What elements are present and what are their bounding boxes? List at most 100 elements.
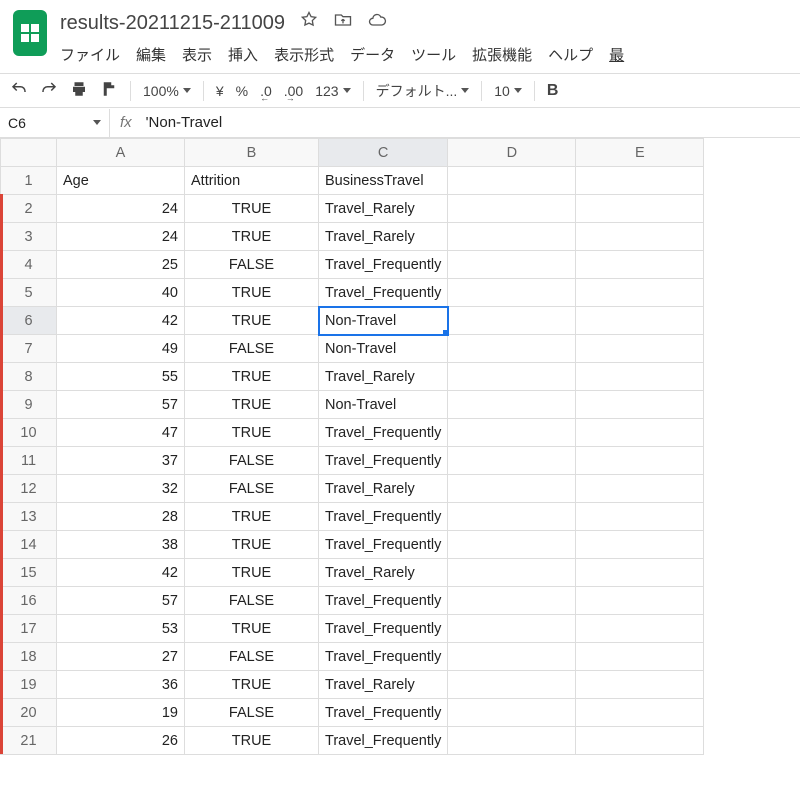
col-header-C[interactable]: C bbox=[319, 139, 448, 167]
menu-file[interactable]: ファイル bbox=[60, 44, 120, 65]
cell-A15[interactable]: 42 bbox=[57, 559, 185, 587]
cell-C8[interactable]: Travel_Rarely bbox=[319, 363, 448, 391]
cell-D4[interactable] bbox=[448, 251, 576, 279]
col-header-B[interactable]: B bbox=[185, 139, 319, 167]
cell-A13[interactable]: 28 bbox=[57, 503, 185, 531]
cell-E14[interactable] bbox=[576, 531, 704, 559]
cell-B9[interactable]: TRUE bbox=[185, 391, 319, 419]
menu-format[interactable]: 表示形式 bbox=[274, 44, 334, 65]
cell-C18[interactable]: Travel_Frequently bbox=[319, 643, 448, 671]
menu-data[interactable]: データ bbox=[350, 44, 395, 65]
cell-D1[interactable] bbox=[448, 167, 576, 195]
cell-A17[interactable]: 53 bbox=[57, 615, 185, 643]
cell-D13[interactable] bbox=[448, 503, 576, 531]
cell-A14[interactable]: 38 bbox=[57, 531, 185, 559]
cell-A10[interactable]: 47 bbox=[57, 419, 185, 447]
print-icon[interactable] bbox=[70, 80, 88, 101]
menu-tools[interactable]: ツール bbox=[411, 44, 456, 65]
row-header-7[interactable]: 7 bbox=[1, 335, 57, 363]
star-icon[interactable] bbox=[299, 10, 319, 36]
cell-C15[interactable]: Travel_Rarely bbox=[319, 559, 448, 587]
cell-D10[interactable] bbox=[448, 419, 576, 447]
cell-C11[interactable]: Travel_Frequently bbox=[319, 447, 448, 475]
row-header-12[interactable]: 12 bbox=[1, 475, 57, 503]
cell-B13[interactable]: TRUE bbox=[185, 503, 319, 531]
row-header-1[interactable]: 1 bbox=[1, 167, 57, 195]
row-header-4[interactable]: 4 bbox=[1, 251, 57, 279]
cell-D11[interactable] bbox=[448, 447, 576, 475]
cell-C1[interactable]: BusinessTravel bbox=[319, 167, 448, 195]
cell-E5[interactable] bbox=[576, 279, 704, 307]
cell-C16[interactable]: Travel_Frequently bbox=[319, 587, 448, 615]
menu-help[interactable]: ヘルプ bbox=[548, 44, 593, 65]
cell-A11[interactable]: 37 bbox=[57, 447, 185, 475]
cell-E7[interactable] bbox=[576, 335, 704, 363]
row-header-20[interactable]: 20 bbox=[1, 699, 57, 727]
cell-E2[interactable] bbox=[576, 195, 704, 223]
row-header-10[interactable]: 10 bbox=[1, 419, 57, 447]
row-header-14[interactable]: 14 bbox=[1, 531, 57, 559]
cell-D16[interactable] bbox=[448, 587, 576, 615]
cell-D3[interactable] bbox=[448, 223, 576, 251]
format-percent[interactable]: % bbox=[236, 83, 248, 99]
format-currency[interactable]: ¥ bbox=[216, 83, 224, 99]
cell-B3[interactable]: TRUE bbox=[185, 223, 319, 251]
undo-icon[interactable] bbox=[10, 80, 28, 101]
cell-B10[interactable]: TRUE bbox=[185, 419, 319, 447]
select-all-corner[interactable] bbox=[1, 139, 57, 167]
cell-A21[interactable]: 26 bbox=[57, 727, 185, 755]
cell-B12[interactable]: FALSE bbox=[185, 475, 319, 503]
row-header-3[interactable]: 3 bbox=[1, 223, 57, 251]
cell-D9[interactable] bbox=[448, 391, 576, 419]
cell-E17[interactable] bbox=[576, 615, 704, 643]
cell-E4[interactable] bbox=[576, 251, 704, 279]
sheets-logo[interactable] bbox=[10, 8, 50, 58]
row-header-5[interactable]: 5 bbox=[1, 279, 57, 307]
cell-B20[interactable]: FALSE bbox=[185, 699, 319, 727]
cell-B11[interactable]: FALSE bbox=[185, 447, 319, 475]
cell-A4[interactable]: 25 bbox=[57, 251, 185, 279]
cell-A3[interactable]: 24 bbox=[57, 223, 185, 251]
cell-E16[interactable] bbox=[576, 587, 704, 615]
cell-E15[interactable] bbox=[576, 559, 704, 587]
formula-bar[interactable]: 'Non-Travel bbox=[142, 108, 800, 137]
font-size-dropdown[interactable]: 10 bbox=[494, 83, 522, 99]
row-header-6[interactable]: 6 bbox=[1, 307, 57, 335]
menu-edit[interactable]: 編集 bbox=[136, 44, 166, 65]
row-header-19[interactable]: 19 bbox=[1, 671, 57, 699]
decrease-decimal[interactable]: .0← bbox=[260, 83, 272, 99]
cell-A19[interactable]: 36 bbox=[57, 671, 185, 699]
cell-D12[interactable] bbox=[448, 475, 576, 503]
cell-B16[interactable]: FALSE bbox=[185, 587, 319, 615]
cell-B14[interactable]: TRUE bbox=[185, 531, 319, 559]
row-header-2[interactable]: 2 bbox=[1, 195, 57, 223]
cell-C20[interactable]: Travel_Frequently bbox=[319, 699, 448, 727]
row-header-11[interactable]: 11 bbox=[1, 447, 57, 475]
menu-view[interactable]: 表示 bbox=[182, 44, 212, 65]
paint-format-icon[interactable] bbox=[100, 80, 118, 101]
cell-B2[interactable]: TRUE bbox=[185, 195, 319, 223]
cell-C12[interactable]: Travel_Rarely bbox=[319, 475, 448, 503]
cell-E3[interactable] bbox=[576, 223, 704, 251]
increase-decimal[interactable]: .00→ bbox=[284, 83, 303, 99]
cell-A5[interactable]: 40 bbox=[57, 279, 185, 307]
row-header-17[interactable]: 17 bbox=[1, 615, 57, 643]
cell-B7[interactable]: FALSE bbox=[185, 335, 319, 363]
cell-D6[interactable] bbox=[448, 307, 576, 335]
cell-C6[interactable]: Non-Travel bbox=[319, 307, 448, 335]
row-header-9[interactable]: 9 bbox=[1, 391, 57, 419]
cell-C14[interactable]: Travel_Frequently bbox=[319, 531, 448, 559]
redo-icon[interactable] bbox=[40, 80, 58, 101]
cell-B6[interactable]: TRUE bbox=[185, 307, 319, 335]
col-header-E[interactable]: E bbox=[576, 139, 704, 167]
cell-E19[interactable] bbox=[576, 671, 704, 699]
cell-D17[interactable] bbox=[448, 615, 576, 643]
cell-E20[interactable] bbox=[576, 699, 704, 727]
cell-D14[interactable] bbox=[448, 531, 576, 559]
cell-C4[interactable]: Travel_Frequently bbox=[319, 251, 448, 279]
cell-A9[interactable]: 57 bbox=[57, 391, 185, 419]
cell-B15[interactable]: TRUE bbox=[185, 559, 319, 587]
row-header-13[interactable]: 13 bbox=[1, 503, 57, 531]
cell-B17[interactable]: TRUE bbox=[185, 615, 319, 643]
col-header-A[interactable]: A bbox=[57, 139, 185, 167]
